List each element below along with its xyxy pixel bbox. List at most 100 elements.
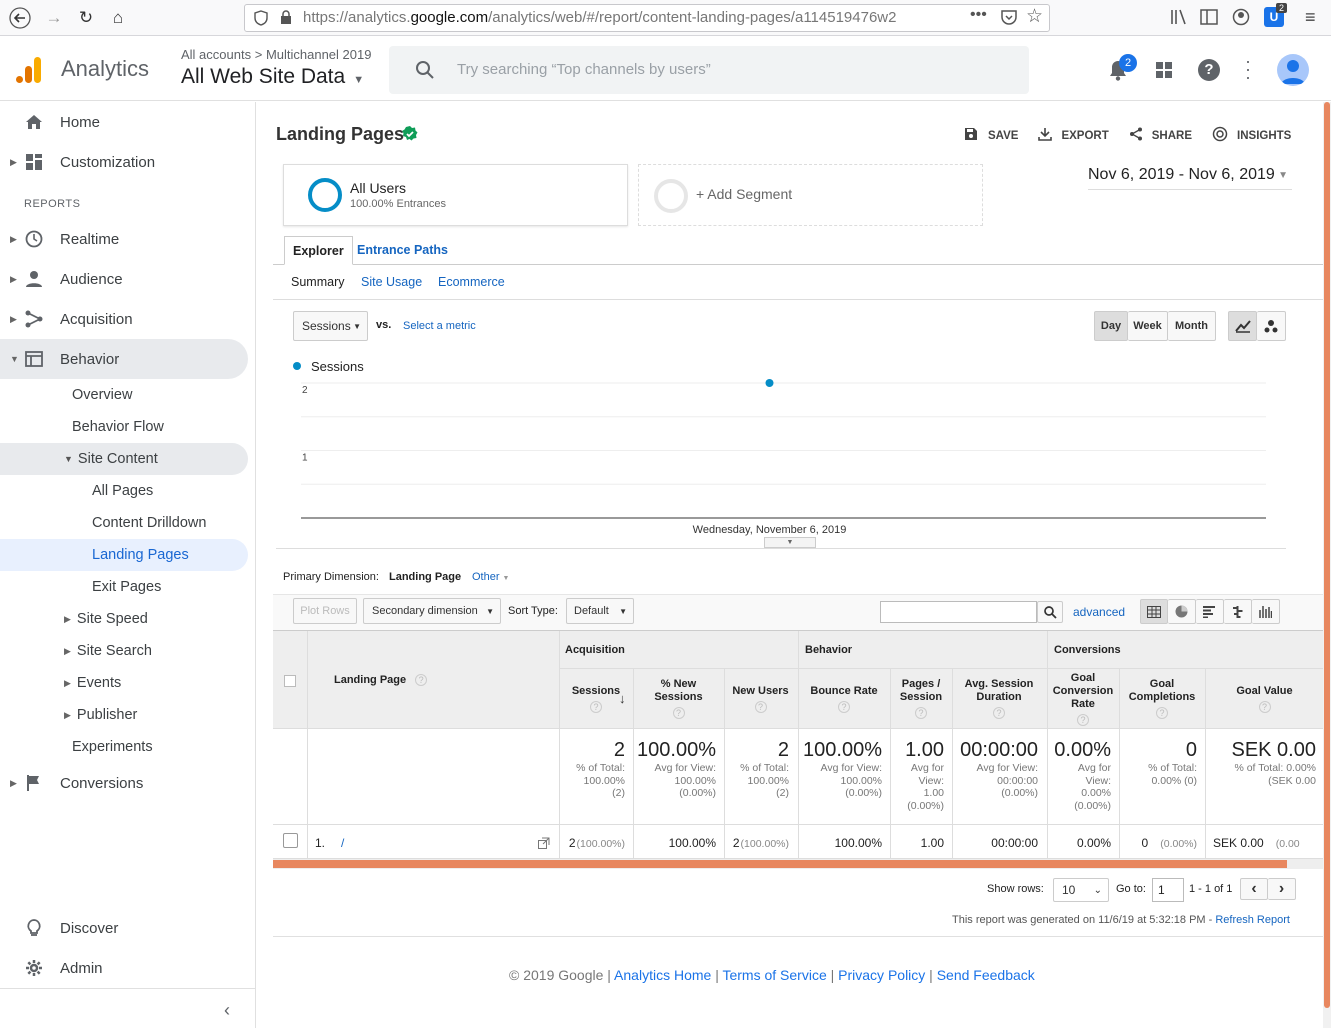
primary-dimension-other[interactable]: Other ▼ xyxy=(472,571,509,583)
share-button[interactable]: SHARE xyxy=(1129,127,1192,144)
row-landing-page-link[interactable]: / xyxy=(341,836,344,850)
pie-view-icon[interactable] xyxy=(1168,599,1196,624)
hamburger-menu-icon[interactable]: ≡ xyxy=(1305,7,1316,28)
day-button[interactable]: Day xyxy=(1094,311,1128,341)
page-scrollbar-thumb[interactable] xyxy=(1324,102,1330,1008)
apps-grid-icon[interactable] xyxy=(1155,61,1173,79)
sidebar-item-behavior-flow[interactable]: Behavior Flow xyxy=(72,411,164,443)
pocket-icon[interactable] xyxy=(1000,8,1018,26)
scrollbar-thumb[interactable] xyxy=(273,860,1287,868)
show-rows-select[interactable]: 10 ⌄ xyxy=(1053,878,1109,902)
landing-page-column-header[interactable]: Landing Page ? xyxy=(334,674,428,686)
goal-value-column-header[interactable]: Goal Value? xyxy=(1205,669,1324,728)
secondary-dimension-select[interactable]: Secondary dimension ▼ xyxy=(363,598,501,624)
sidebar-item-conversions[interactable]: ▶ Conversions xyxy=(0,763,256,803)
page-scrollbar[interactable] xyxy=(1323,102,1331,1028)
help-icon[interactable]: ? xyxy=(838,700,850,713)
table-horizontal-scrollbar[interactable] xyxy=(273,859,1324,869)
avg-session-duration-column-header[interactable]: Avg. Session Duration? xyxy=(952,669,1046,728)
primary-dimension-landing-page[interactable]: Landing Page xyxy=(389,571,461,583)
refresh-report-link[interactable]: Refresh Report xyxy=(1215,914,1290,926)
motion-chart-icon[interactable] xyxy=(1257,311,1286,341)
analytics-logo-icon[interactable] xyxy=(14,55,44,85)
sidebar-item-discover[interactable]: Discover xyxy=(0,908,256,948)
segment-all-users[interactable]: All Users 100.00% Entrances xyxy=(283,164,628,226)
library-icon[interactable] xyxy=(1170,8,1188,26)
avatar[interactable] xyxy=(1277,54,1309,86)
sidebar-item-realtime[interactable]: ▶ Realtime xyxy=(0,219,256,259)
tab-entrance-paths[interactable]: Entrance Paths xyxy=(357,243,448,257)
performance-view-icon[interactable] xyxy=(1196,599,1224,624)
sidebar-item-site-search[interactable]: ▶ Site Search xyxy=(64,635,152,667)
help-icon[interactable]: ? xyxy=(754,700,767,713)
sidebar-item-acquisition[interactable]: ▶ Acquisition xyxy=(0,299,256,339)
sidebar-item-site-speed[interactable]: ▶ Site Speed xyxy=(64,603,148,635)
line-chart-icon[interactable] xyxy=(1228,311,1257,341)
subtab-ecommerce[interactable]: Ecommerce xyxy=(438,275,505,289)
shield-icon[interactable] xyxy=(254,10,268,26)
pct-new-sessions-column-header[interactable]: % New Sessions? xyxy=(633,669,724,728)
sidebar-item-content-drilldown[interactable]: Content Drilldown xyxy=(92,507,206,539)
footer-link-privacy[interactable]: Privacy Policy xyxy=(838,967,925,983)
footer-link-terms[interactable]: Terms of Service xyxy=(722,967,826,983)
url-bar[interactable]: https://analytics.google.com/analytics/w… xyxy=(244,4,1050,32)
pages-per-session-column-header[interactable]: Pages / Session? xyxy=(890,669,952,728)
select-metric-link[interactable]: Select a metric xyxy=(403,320,476,332)
more-actions-icon[interactable]: ••• xyxy=(970,6,987,24)
bounce-rate-column-header[interactable]: Bounce Rate? xyxy=(798,669,890,728)
advanced-filter-link[interactable]: advanced xyxy=(1073,605,1125,619)
collapse-sidebar-icon[interactable]: ‹ xyxy=(224,1000,230,1021)
metric-select[interactable]: Sessions ▼ xyxy=(293,311,368,341)
open-page-icon[interactable] xyxy=(538,836,550,849)
table-search-button[interactable] xyxy=(1037,601,1063,623)
subtab-site-usage[interactable]: Site Usage xyxy=(361,275,422,289)
sidebar-item-events[interactable]: ▶ Events xyxy=(64,667,121,699)
help-icon[interactable]: ? xyxy=(915,707,927,719)
add-segment-button[interactable]: + Add Segment xyxy=(638,164,983,226)
back-icon[interactable] xyxy=(8,6,32,30)
save-button[interactable]: SAVE xyxy=(964,127,1018,144)
sidebar-item-exit-pages[interactable]: Exit Pages xyxy=(92,571,161,603)
sidebar-item-customization[interactable]: ▶ Customization xyxy=(0,142,256,182)
sidebar-item-audience[interactable]: ▶ Audience xyxy=(0,259,256,299)
sidebar-item-behavior[interactable]: ▼ Behavior xyxy=(0,339,248,379)
goal-conversion-rate-column-header[interactable]: Goal Conversion Rate? xyxy=(1047,669,1119,728)
sidebar-item-home[interactable]: Home xyxy=(0,102,256,142)
help-icon[interactable]: ? xyxy=(590,700,602,713)
date-range-picker[interactable]: Nov 6, 2019 - Nov 6, 2019 ▼ xyxy=(1088,166,1292,190)
sort-type-select[interactable]: Default ▼ xyxy=(566,598,634,624)
view-selector[interactable]: All Web Site Data ▼ xyxy=(181,65,364,89)
prev-page-button[interactable]: ‹ xyxy=(1240,878,1268,900)
more-vert-icon[interactable]: · · · xyxy=(1245,52,1251,86)
reload-icon[interactable]: ↻ xyxy=(74,6,98,30)
row-checkbox[interactable] xyxy=(283,833,298,848)
goal-completions-column-header[interactable]: Goal Completions? xyxy=(1119,669,1205,728)
help-icon[interactable]: ? xyxy=(672,707,685,719)
week-button[interactable]: Week xyxy=(1128,311,1168,341)
sidebar-toggle-icon[interactable] xyxy=(1200,8,1218,26)
chart-resize-handle[interactable]: ▼ xyxy=(764,537,816,548)
select-all-checkbox[interactable] xyxy=(284,675,296,687)
month-button[interactable]: Month xyxy=(1168,311,1216,341)
sessions-data-point[interactable] xyxy=(765,379,774,387)
sidebar-item-experiments[interactable]: Experiments xyxy=(72,731,153,763)
table-filter-input[interactable] xyxy=(880,601,1037,623)
insights-button[interactable]: INSIGHTS xyxy=(1212,126,1291,145)
footer-link-analytics-home[interactable]: Analytics Home xyxy=(614,967,711,983)
sidebar-item-site-content[interactable]: ▼ Site Content xyxy=(0,443,248,475)
next-page-button[interactable]: › xyxy=(1268,878,1296,900)
comparison-view-icon[interactable] xyxy=(1224,599,1252,624)
home-icon[interactable]: ⌂ xyxy=(106,6,130,30)
breadcrumb[interactable]: All accounts > Multichannel 2019 xyxy=(181,47,371,62)
search-input[interactable]: Try searching “Top channels by users” xyxy=(389,46,1029,94)
plot-rows-button[interactable]: Plot Rows xyxy=(293,598,357,624)
term-cloud-view-icon[interactable] xyxy=(1252,599,1280,624)
footer-link-feedback[interactable]: Send Feedback xyxy=(937,967,1035,983)
help-icon[interactable]: ? xyxy=(1156,707,1168,719)
help-icon[interactable]: ? xyxy=(1077,713,1089,726)
sidebar-item-all-pages[interactable]: All Pages xyxy=(92,475,153,507)
sidebar-item-admin[interactable]: Admin xyxy=(0,948,256,988)
help-icon[interactable]: ? xyxy=(993,707,1005,719)
subtab-summary[interactable]: Summary xyxy=(291,275,344,289)
new-users-column-header[interactable]: New Users? xyxy=(724,669,797,728)
